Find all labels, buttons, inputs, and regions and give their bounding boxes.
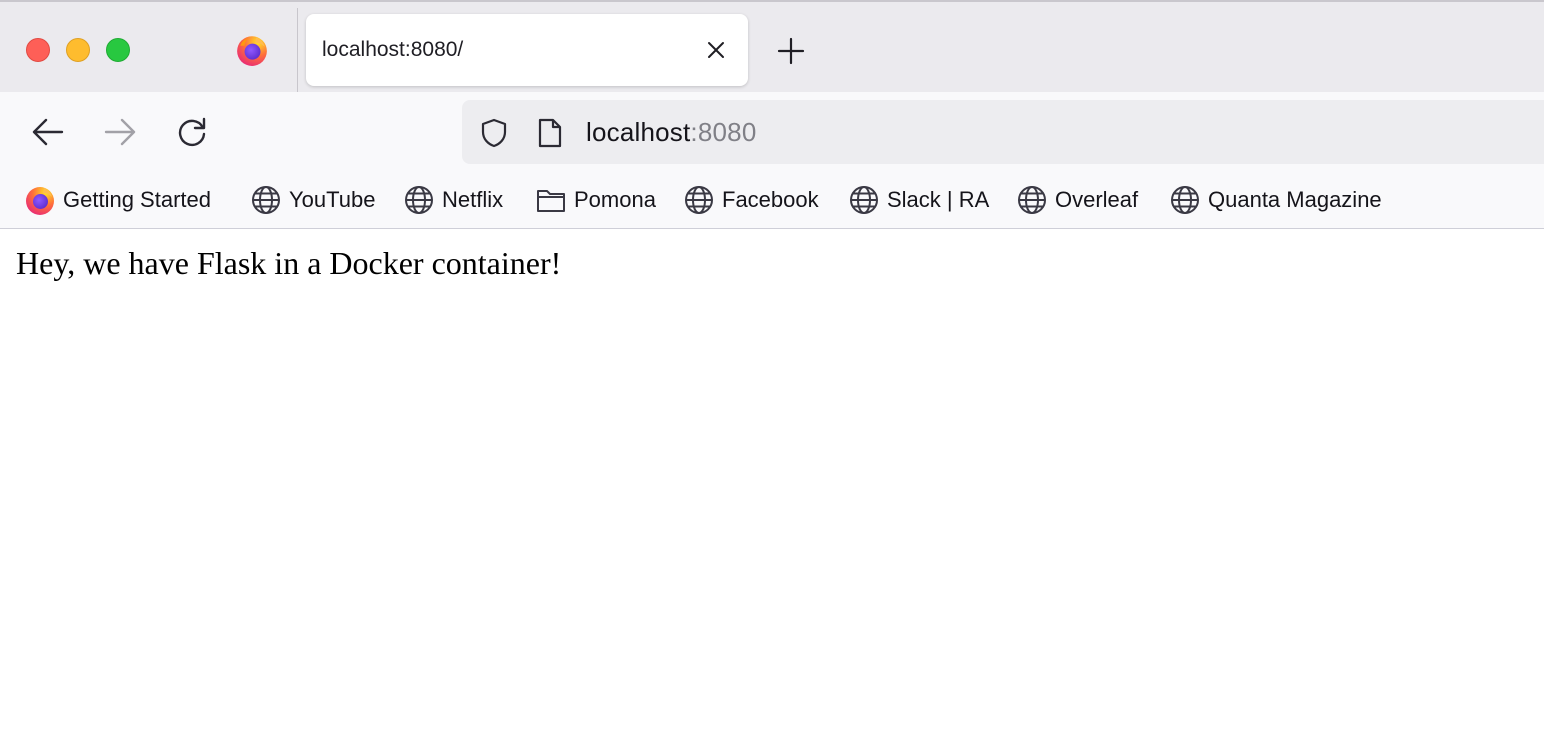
bookmark-overleaf[interactable]: Overleaf — [1016, 184, 1138, 216]
bookmark-label: Pomona — [574, 187, 656, 212]
tab-separator — [297, 8, 298, 94]
page-content: Hey, we have Flask in a Docker container… — [0, 230, 1544, 752]
page-text: Hey, we have Flask in a Docker container… — [16, 245, 562, 281]
bookmark-label: YouTube — [289, 187, 376, 212]
globe-icon — [850, 186, 878, 214]
bookmark-label: Overleaf — [1055, 187, 1139, 212]
browser-window: localhost:8080/ localhost:8080 Getting S… — [0, 0, 1544, 752]
bookmark-quanta-magazine[interactable]: Quanta Magazine — [1169, 184, 1382, 216]
close-tab-icon[interactable] — [702, 36, 730, 64]
bookmark-folder-pomona[interactable]: Pomona — [535, 184, 656, 216]
bookmark-getting-started[interactable]: Getting Started — [24, 184, 211, 216]
bookmark-netflix[interactable]: Netflix — [403, 184, 503, 216]
back-arrow-icon[interactable] — [30, 114, 66, 150]
zoom-window-button[interactable] — [106, 38, 130, 62]
firefox-logo-icon[interactable] — [235, 33, 269, 67]
bookmark-youtube[interactable]: YouTube — [250, 184, 375, 216]
firefox-logo-icon — [26, 187, 54, 215]
bookmark-label: Facebook — [722, 187, 819, 212]
bookmark-label: Getting Started — [63, 187, 211, 212]
bookmark-label: Netflix — [442, 187, 504, 212]
url-port: :8080 — [690, 117, 757, 147]
tab-active[interactable]: localhost:8080/ — [306, 14, 748, 86]
globe-icon — [405, 186, 433, 214]
url-text[interactable]: localhost:8080 — [586, 117, 757, 148]
globe-icon — [1171, 186, 1199, 214]
forward-arrow-icon[interactable] — [102, 114, 138, 150]
folder-icon — [537, 190, 565, 212]
globe-icon — [1018, 186, 1046, 214]
navigation-toolbar: localhost:8080 — [0, 92, 1544, 172]
tab-title: localhost:8080/ — [322, 38, 464, 61]
bookmark-label: Quanta Magazine — [1208, 187, 1382, 212]
tab-strip: localhost:8080/ — [0, 0, 1544, 94]
page-info-icon[interactable] — [536, 117, 564, 149]
minimize-window-button[interactable] — [66, 38, 90, 62]
bookmark-facebook[interactable]: Facebook — [683, 184, 819, 216]
globe-icon — [685, 186, 713, 214]
close-window-button[interactable] — [26, 38, 50, 62]
bookmark-label: Slack | RA — [887, 187, 990, 212]
url-host: localhost — [586, 117, 691, 147]
shield-icon[interactable] — [478, 117, 510, 149]
reload-icon[interactable] — [174, 114, 210, 150]
bookmarks-toolbar: Getting Started YouTube Netflix Pomona F… — [0, 172, 1544, 229]
new-tab-icon[interactable] — [775, 35, 807, 67]
address-bar[interactable]: localhost:8080 — [462, 100, 1544, 164]
globe-icon — [252, 186, 280, 214]
bookmark-slack-ra[interactable]: Slack | RA — [848, 184, 989, 216]
